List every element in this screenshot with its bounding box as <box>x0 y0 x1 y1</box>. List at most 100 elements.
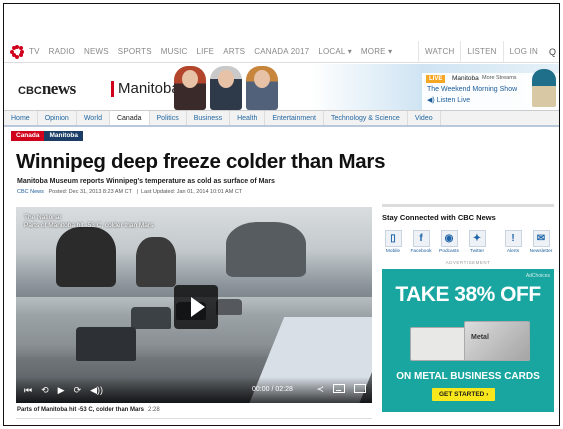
breadcrumb-manitoba[interactable]: Manitoba <box>44 131 84 141</box>
logo-cbc-text: CBC <box>18 85 42 97</box>
social-links: ▯ Mobile f Facebook ◉ Podcasts ✦ Twitter… <box>382 230 554 254</box>
skip-back-icon[interactable]: ⟲ <box>41 385 49 396</box>
live-region: Manitoba <box>452 75 479 82</box>
live-show-link[interactable]: The Weekend Morning Show <box>427 86 517 93</box>
live-radio-widget: LIVE Manitoba More Streams The Weekend M… <box>422 69 559 110</box>
region-header: CBCnews Manitoba LIVE Manitoba More Stre… <box>4 64 559 110</box>
nav-sports[interactable]: SPORTS <box>118 47 152 56</box>
advertisement-label: ADVERTISEMENT <box>445 260 491 265</box>
adchoices-link[interactable]: AdChoices <box>526 273 550 279</box>
radio-host-photo <box>532 69 556 107</box>
nav-tv[interactable]: TV <box>29 47 40 56</box>
browser-frame: TV RADIO NEWS SPORTS MUSIC LIFE ARTS CAN… <box>3 3 560 426</box>
social-facebook[interactable]: f Facebook <box>410 230 432 254</box>
search-icon[interactable]: Q <box>544 47 559 57</box>
tab-canada[interactable]: Canada <box>109 111 150 125</box>
tab-politics[interactable]: Politics <box>150 111 187 125</box>
host-portrait <box>246 66 278 110</box>
alerts-icon: ! <box>504 230 522 247</box>
social-label: Podcasts <box>439 249 459 254</box>
article-meta: CBC News Posted: Dec 31, 2013 8:23 AM CT… <box>17 189 243 195</box>
volume-icon[interactable]: ◀)) <box>90 385 103 396</box>
social-label: Alerts <box>506 249 520 254</box>
nav-login[interactable]: LOG IN <box>502 41 544 63</box>
tab-video[interactable]: Video <box>408 111 441 125</box>
nav-listen[interactable]: LISTEN <box>460 41 502 63</box>
rewind-icon[interactable]: ⏮ <box>24 385 32 396</box>
tab-business[interactable]: Business <box>187 111 231 125</box>
fullscreen-icon[interactable] <box>354 384 366 393</box>
ad-banner[interactable]: AdChoices TAKE 38% OFF Metal ON METAL BU… <box>382 269 554 412</box>
podcasts-icon: ◉ <box>440 230 458 247</box>
nav-more-dropdown[interactable]: MORE ▾ <box>361 47 392 56</box>
video-caption: Parts of Manitoba hit -53 C, colder than… <box>17 407 160 413</box>
car <box>216 299 242 315</box>
article-posted: Posted: Dec 31, 2013 8:23 AM CT <box>48 189 132 195</box>
cbc-news-logo[interactable]: CBCnews <box>18 79 76 99</box>
tab-health[interactable]: Health <box>230 111 266 125</box>
social-label: Twitter <box>469 249 485 254</box>
video-duration: 2:28 <box>148 407 160 413</box>
section-tabs: Home Opinion World Canada Politics Busin… <box>4 110 559 127</box>
tab-technology-science[interactable]: Technology & Science <box>324 111 408 125</box>
social-podcasts[interactable]: ◉ Podcasts <box>438 230 460 254</box>
divider <box>16 418 372 419</box>
more-streams-link[interactable]: More Streams <box>482 75 517 81</box>
social-mobile[interactable]: ▯ Mobile <box>382 230 404 254</box>
car <box>131 307 171 329</box>
video-title: Parts of Manitoba hit -53 C, colder than… <box>24 222 154 229</box>
social-newsletter[interactable]: ✉ Newsletter <box>530 230 552 254</box>
nav-account-group: WATCH LISTEN LOG IN Q <box>418 41 559 63</box>
get-started-button[interactable]: GET STARTED › <box>432 388 496 401</box>
video-player[interactable]: The National Parts of Manitoba hit -53 C… <box>16 207 372 403</box>
tab-opinion[interactable]: Opinion <box>38 111 77 125</box>
live-badge: LIVE <box>426 75 446 83</box>
hosts-photo <box>174 66 284 110</box>
captions-icon[interactable] <box>333 384 345 393</box>
metal-card: Metal <box>464 321 530 361</box>
nav-local-dropdown[interactable]: LOCAL ▾ <box>318 47 352 56</box>
video-time: 00:00 / 02:28 <box>252 386 293 393</box>
video-caption-text: Parts of Manitoba hit -53 C, colder than… <box>17 407 145 413</box>
article-updated: Last Updated: Jan 01, 2014 10:01 AM CT <box>140 189 243 195</box>
listen-live-button[interactable]: ◀) Listen Live <box>427 96 470 104</box>
car <box>76 327 136 361</box>
card-brand: Metal <box>471 334 489 341</box>
play-button[interactable] <box>174 285 218 329</box>
breadcrumb: Canada Manitoba <box>11 131 84 141</box>
nav-watch[interactable]: WATCH <box>418 41 460 63</box>
nav-music[interactable]: MUSIC <box>161 47 188 56</box>
mobile-icon: ▯ <box>384 230 402 247</box>
tree-silhouette <box>136 237 176 287</box>
nav-radio[interactable]: RADIO <box>49 47 75 56</box>
ad-subheadline: ON METAL BUSINESS CARDS <box>396 371 540 382</box>
breadcrumb-canada[interactable]: Canada <box>11 131 45 141</box>
business-cards-image: Metal <box>404 319 532 365</box>
stay-connected-title: Stay Connected with CBC News <box>382 213 496 222</box>
video-program: The National <box>24 214 61 221</box>
social-twitter[interactable]: ✦ Twitter <box>466 230 488 254</box>
social-label: Newsletter <box>529 249 553 254</box>
video-controls: ⏮ ⟲ ▶ ⟳ ◀)) 00:00 / 02:28 ≺ <box>16 377 372 403</box>
nav-canada-2017[interactable]: CANADA 2017 <box>254 47 309 56</box>
ad-headline: TAKE 38% OFF <box>395 283 541 306</box>
skip-forward-icon[interactable]: ⟳ <box>74 385 82 396</box>
share-icon[interactable]: ≺ <box>316 384 324 395</box>
cbc-gem-icon[interactable] <box>10 44 24 59</box>
tab-home[interactable]: Home <box>4 111 38 125</box>
nav-news[interactable]: NEWS <box>84 47 109 56</box>
logo-news-text: news <box>41 79 76 98</box>
tab-world[interactable]: World <box>77 111 110 125</box>
region-title[interactable]: Manitoba <box>111 81 180 97</box>
nav-arts[interactable]: ARTS <box>223 47 245 56</box>
social-alerts[interactable]: ! Alerts <box>502 230 524 254</box>
facebook-icon: f <box>412 230 430 247</box>
video-overlay-title: The National Parts of Manitoba hit -53 C… <box>24 214 153 230</box>
tree-silhouette <box>226 222 306 277</box>
nav-life[interactable]: LIFE <box>197 47 215 56</box>
twitter-icon: ✦ <box>468 230 486 247</box>
article-source[interactable]: CBC News <box>17 189 44 195</box>
tab-entertainment[interactable]: Entertainment <box>265 111 324 125</box>
play-icon[interactable]: ▶ <box>58 385 65 396</box>
social-label: Mobile <box>385 249 401 254</box>
